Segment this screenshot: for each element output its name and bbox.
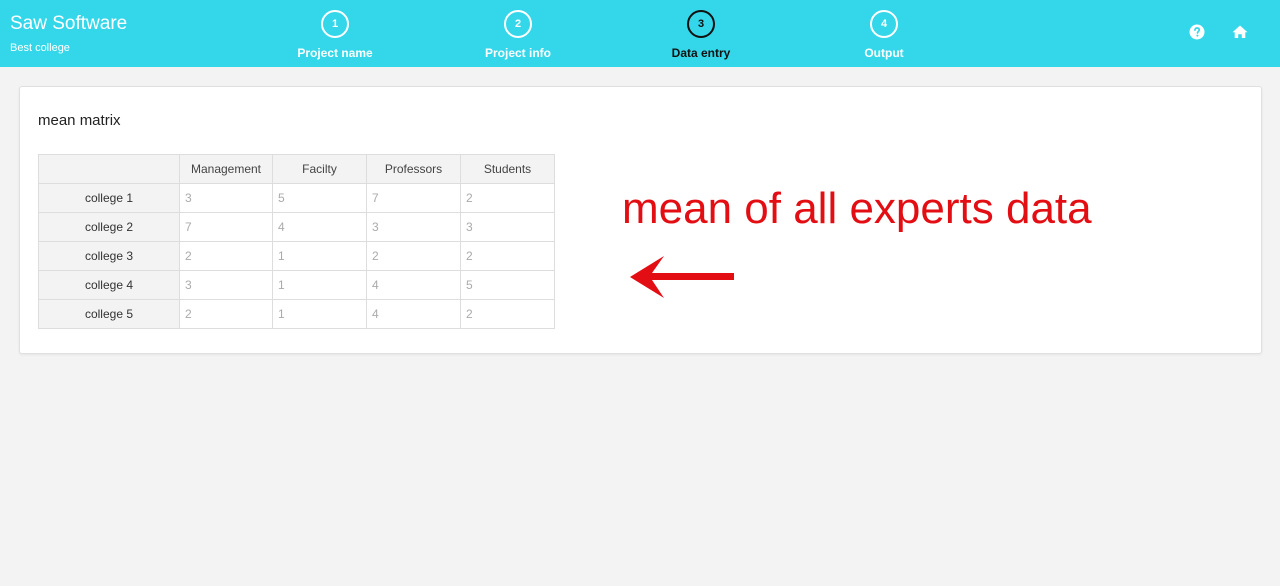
step-number-circle: 4 — [870, 10, 898, 38]
table-cell[interactable]: 2 — [460, 183, 555, 213]
app-title: Saw Software — [10, 13, 128, 34]
table-cell[interactable]: 3 — [179, 183, 273, 213]
column-header: Management — [179, 154, 273, 184]
step-label: Data entry — [671, 46, 731, 60]
table-cell[interactable]: 1 — [272, 241, 367, 271]
step-label: Output — [864, 46, 904, 60]
step-output[interactable]: 4 Output — [814, 10, 954, 60]
column-header: Students — [460, 154, 555, 184]
table-cell[interactable]: 3 — [179, 270, 273, 300]
step-label: Project info — [484, 46, 551, 60]
top-bar: Saw Software Best college 1 Project name… — [0, 0, 1280, 67]
table-cell[interactable]: 7 — [366, 183, 461, 213]
table-row: college 5 2 1 4 2 — [38, 299, 555, 329]
table-cell[interactable]: 5 — [460, 270, 555, 300]
table-cell[interactable]: 2 — [460, 241, 555, 271]
annotation-text: mean of all experts data — [622, 184, 1092, 233]
table-cell[interactable]: 4 — [366, 270, 461, 300]
table-cell[interactable]: 1 — [272, 299, 367, 329]
home-icon[interactable] — [1232, 24, 1248, 40]
step-number-circle: 2 — [504, 10, 532, 38]
table-cell[interactable]: 2 — [179, 299, 273, 329]
corner-cell — [38, 154, 180, 184]
panel-title: mean matrix — [38, 112, 121, 129]
table-row: college 4 3 1 4 5 — [38, 270, 555, 300]
table-cell[interactable]: 4 — [366, 299, 461, 329]
row-header: college 3 — [38, 241, 180, 271]
row-header: college 2 — [38, 212, 180, 242]
row-header: college 1 — [38, 183, 180, 213]
row-header: college 5 — [38, 299, 180, 329]
table-row: college 3 2 1 2 2 — [38, 241, 555, 271]
table-row: college 2 7 4 3 3 — [38, 212, 555, 242]
table-cell[interactable]: 5 — [272, 183, 367, 213]
row-header: college 4 — [38, 270, 180, 300]
app-subtitle: Best college — [10, 42, 70, 54]
left-arrow-icon — [630, 256, 734, 298]
table-cell[interactable]: 2 — [460, 299, 555, 329]
step-project-info[interactable]: 2 Project info — [448, 10, 588, 60]
step-data-entry[interactable]: 3 Data entry — [631, 10, 771, 60]
step-number-circle: 3 — [687, 10, 715, 38]
table-cell[interactable]: 1 — [272, 270, 367, 300]
table-cell[interactable]: 3 — [366, 212, 461, 242]
mean-matrix-table: Management Facilty Professors Students c… — [38, 154, 555, 329]
table-row: college 1 3 5 7 2 — [38, 183, 555, 213]
table-cell[interactable]: 4 — [272, 212, 367, 242]
table-cell[interactable]: 3 — [460, 212, 555, 242]
table-cell[interactable]: 2 — [179, 241, 273, 271]
step-number-circle: 1 — [321, 10, 349, 38]
column-header: Facilty — [272, 154, 367, 184]
table-cell[interactable]: 7 — [179, 212, 273, 242]
table-header-row: Management Facilty Professors Students — [38, 154, 555, 184]
table-cell[interactable]: 2 — [366, 241, 461, 271]
column-header: Professors — [366, 154, 461, 184]
step-project-name[interactable]: 1 Project name — [265, 10, 405, 60]
help-icon[interactable] — [1189, 24, 1205, 40]
step-label: Project name — [297, 46, 373, 60]
